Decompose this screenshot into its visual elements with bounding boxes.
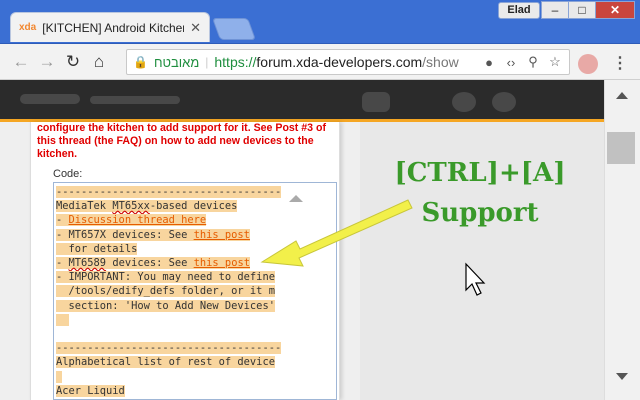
xda-favicon-icon: xda [19,22,37,33]
code-scrollbar[interactable] [281,183,309,399]
new-tab-button[interactable] [211,18,257,40]
annotation-line-2: Support [421,198,539,228]
url-path: /show [422,54,459,70]
scroll-thumb[interactable] [607,132,635,164]
browser-toolbar: ← → ↻ ⌂ 🔒 מאובטח | https://forum.xda-dev… [0,44,640,80]
tab-title: [KITCHEN] Android Kitchen [42,20,185,35]
code-line-blank [56,370,63,383]
mt6589-post-link[interactable]: this post [194,257,250,269]
page-scrollbar[interactable] [604,80,640,400]
code-line: MediaTek MT65xx-based devices [56,200,238,213]
lock-icon: 🔒 [133,55,148,69]
code-scroll-up-icon[interactable] [289,195,303,202]
forward-button[interactable]: → [34,52,60,72]
code-line: - IMPORTANT: You may need to define [56,271,275,284]
code-line: ------------------------------------ [56,186,282,198]
blurred-logo [20,94,80,104]
discussion-thread-link[interactable]: Discussion thread here [69,214,207,226]
url-text[interactable]: https://forum.xda-developers.com/show [214,54,475,70]
code-line: section: 'How to Add New Devices' [56,299,275,312]
tab-close-icon[interactable]: ✕ [190,20,201,36]
extension-avatar-icon[interactable] [578,54,598,74]
blurred-icon-2 [452,92,476,112]
code-line: - Discussion thread here [56,214,207,227]
code-line-blank [56,313,69,326]
code-blocked-icon[interactable]: ‹› [503,55,519,70]
browser-menu-icon[interactable]: ⋮ [612,53,628,73]
bookmark-star-icon[interactable]: ☆ [547,54,563,70]
omnibox-divider: | [205,55,209,69]
address-bar[interactable]: 🔒 מאובטח | https://forum.xda-developers.… [126,49,570,75]
maximize-button[interactable]: □ [568,1,596,19]
minimize-button[interactable]: ‒ [541,1,569,19]
browser-tab[interactable]: xda [KITCHEN] Android Kitchen ✕ [10,12,210,42]
code-label: Code: [53,168,83,180]
close-window-button[interactable]: ✕ [595,1,635,19]
profile-name-badge[interactable]: Elad [498,2,540,19]
blurred-title [90,96,180,104]
scroll-down-arrow-icon[interactable] [616,373,628,380]
window-titlebar: xda [KITCHEN] Android Kitchen ✕ Elad ‒ □… [0,0,640,44]
code-line: Alphabetical list of rest of device [56,356,275,369]
forum-post: configure the kitchen to add support for… [30,122,340,400]
site-header [0,80,604,122]
url-host: forum.xda-developers.com [256,54,423,70]
blurred-icon-1 [362,92,390,112]
code-line: /tools/edify_defs folder, or it m [56,285,275,298]
back-button[interactable]: ← [8,52,34,72]
code-line: - MT657X devices: See this post [56,228,250,241]
code-line: for details [56,242,138,255]
zoom-icon[interactable]: ⚲ [525,54,541,70]
code-line: Acer Liquid [56,384,125,397]
blurred-icon-3 [492,92,516,112]
scroll-up-arrow-icon[interactable] [616,92,628,99]
code-line: - MT6589 devices: See this post [56,257,250,270]
code-line: ------------------------------------ [56,342,282,355]
cookie-icon[interactable]: ● [481,55,497,70]
post-red-notice: configure the kitchen to add support for… [37,122,327,160]
annotation-line-1: [CTRL]+[A] [394,158,566,188]
reload-button[interactable]: ↻ [60,52,86,72]
url-scheme: https:// [214,54,257,70]
secure-label: מאובטח [153,54,200,70]
mt657x-post-link[interactable]: this post [194,229,250,241]
home-button[interactable]: ⌂ [86,52,112,72]
